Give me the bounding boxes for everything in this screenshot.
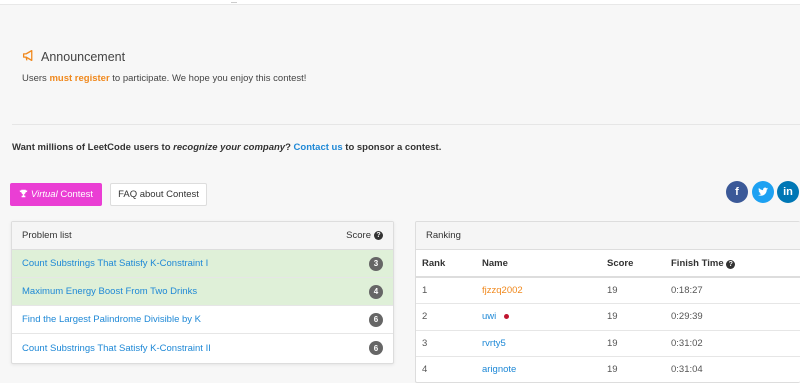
ranking-row: 4 arignote 19 0:31:04 <box>416 356 800 382</box>
ranking-row: 3 rvrty5 19 0:31:02 <box>416 330 800 357</box>
user-link[interactable]: arignote <box>482 364 516 375</box>
problem-link[interactable]: Count Substrings That Satisfy K-Constrai… <box>22 343 211 354</box>
top-border <box>0 0 800 5</box>
col-finish-time-label: Finish Time <box>671 257 724 269</box>
col-score: Score <box>601 250 665 278</box>
problem-row: Find the Largest Palindrome Divisible by… <box>12 306 393 334</box>
score-cell: 19 <box>601 356 665 382</box>
announcement-text-pre: Users <box>22 73 50 84</box>
col-name: Name <box>476 250 601 278</box>
finish-time-cell: 0:29:39 <box>665 303 800 331</box>
facebook-icon[interactable]: f <box>726 181 748 203</box>
name-cell: uwi <box>476 303 601 331</box>
rank-cell: 2 <box>416 303 476 331</box>
twitter-icon[interactable] <box>752 181 774 203</box>
faq-button[interactable]: FAQ about Contest <box>110 183 207 206</box>
name-cell: arignote <box>476 356 601 382</box>
ranking-header: Ranking <box>416 222 800 250</box>
ranking-title: Ranking <box>426 230 461 241</box>
score-cell: 19 <box>601 330 665 357</box>
ranking-table: Rank Name Score Finish Time ? 1 fjzzq2002… <box>416 250 800 382</box>
user-link[interactable]: uwi <box>482 311 496 322</box>
sponsor-em: recognize your company <box>173 142 286 153</box>
announcement-text: Users must register to participate. We h… <box>22 73 306 84</box>
rank-cell: 3 <box>416 330 476 357</box>
question-icon[interactable]: ? <box>374 231 383 240</box>
problem-row: Count Substrings That Satisfy K-Constrai… <box>12 250 393 278</box>
score-badge: 3 <box>369 256 383 271</box>
trophy-icon <box>19 189 28 201</box>
sponsor-message: Want millions of LeetCode users to recog… <box>12 142 441 153</box>
megaphone-icon <box>22 49 35 65</box>
announcement-header: Announcement <box>22 49 306 65</box>
problem-list-title: Problem list <box>22 230 72 241</box>
score-cell: 19 <box>601 303 665 331</box>
question-icon[interactable]: ? <box>726 259 736 269</box>
score-header-label: Score <box>346 230 371 241</box>
name-cell: fjzzq2002 <box>476 277 601 304</box>
virtual-contest-button[interactable]: Virtual Contest <box>10 183 102 206</box>
announcement-title: Announcement <box>41 50 126 64</box>
linkedin-icon[interactable]: in <box>777 181 799 203</box>
ranking-row: 2 uwi 19 0:29:39 <box>416 303 800 331</box>
status-dot <box>504 314 510 320</box>
score-badge: 4 <box>369 284 383 299</box>
problem-list-header: Problem list Score ? <box>12 222 393 250</box>
ranking-row: 1 fjzzq2002 19 0:18:27 <box>416 277 800 304</box>
sponsor-mid: ? <box>285 142 294 153</box>
user-link[interactable]: fjzzq2002 <box>482 285 523 296</box>
sponsor-post: to sponsor a contest. <box>342 142 442 153</box>
score-header: Score ? <box>346 230 383 241</box>
name-cell: rvrty5 <box>476 330 601 357</box>
ranking-header-row: Rank Name Score Finish Time ? <box>416 250 800 278</box>
problem-link[interactable]: Count Substrings That Satisfy K-Constrai… <box>22 258 208 269</box>
rank-cell: 4 <box>416 356 476 382</box>
finish-time-cell: 0:31:02 <box>665 330 800 357</box>
problem-link[interactable]: Maximum Energy Boost From Two Drinks <box>22 286 197 297</box>
contact-us-link[interactable]: Contact us <box>294 142 343 153</box>
announcement: Announcement Users must register to part… <box>22 49 306 84</box>
sponsor-pre: Want millions of LeetCode users to <box>12 142 174 153</box>
section-divider <box>12 124 800 125</box>
problem-row: Maximum Energy Boost From Two Drinks 4 <box>12 278 393 306</box>
virtual-label-em: Virtual <box>30 189 58 200</box>
problem-list-panel: Problem list Score ? Count Substrings Th… <box>11 221 394 364</box>
finish-time-cell: 0:18:27 <box>665 277 800 304</box>
score-badge: 6 <box>369 312 383 327</box>
user-link[interactable]: rvrty5 <box>482 338 506 349</box>
announcement-text-post: to participate. We hope you enjoy this c… <box>109 73 307 84</box>
top-tick <box>231 0 237 3</box>
virtual-label-rest: Contest <box>57 189 94 200</box>
col-rank: Rank <box>416 250 476 278</box>
col-finish-time: Finish Time ? <box>665 250 800 278</box>
problem-link[interactable]: Find the Largest Palindrome Divisible by… <box>22 314 201 325</box>
score-cell: 19 <box>601 277 665 304</box>
rank-cell: 1 <box>416 277 476 304</box>
ranking-panel: Ranking Rank Name Score Finish Time ? 1f… <box>415 221 800 383</box>
problem-row: Count Substrings That Satisfy K-Constrai… <box>12 334 393 362</box>
finish-time-cell: 0:31:04 <box>665 356 800 382</box>
score-badge: 6 <box>369 341 383 355</box>
announcement-highlight: must register <box>49 73 110 84</box>
